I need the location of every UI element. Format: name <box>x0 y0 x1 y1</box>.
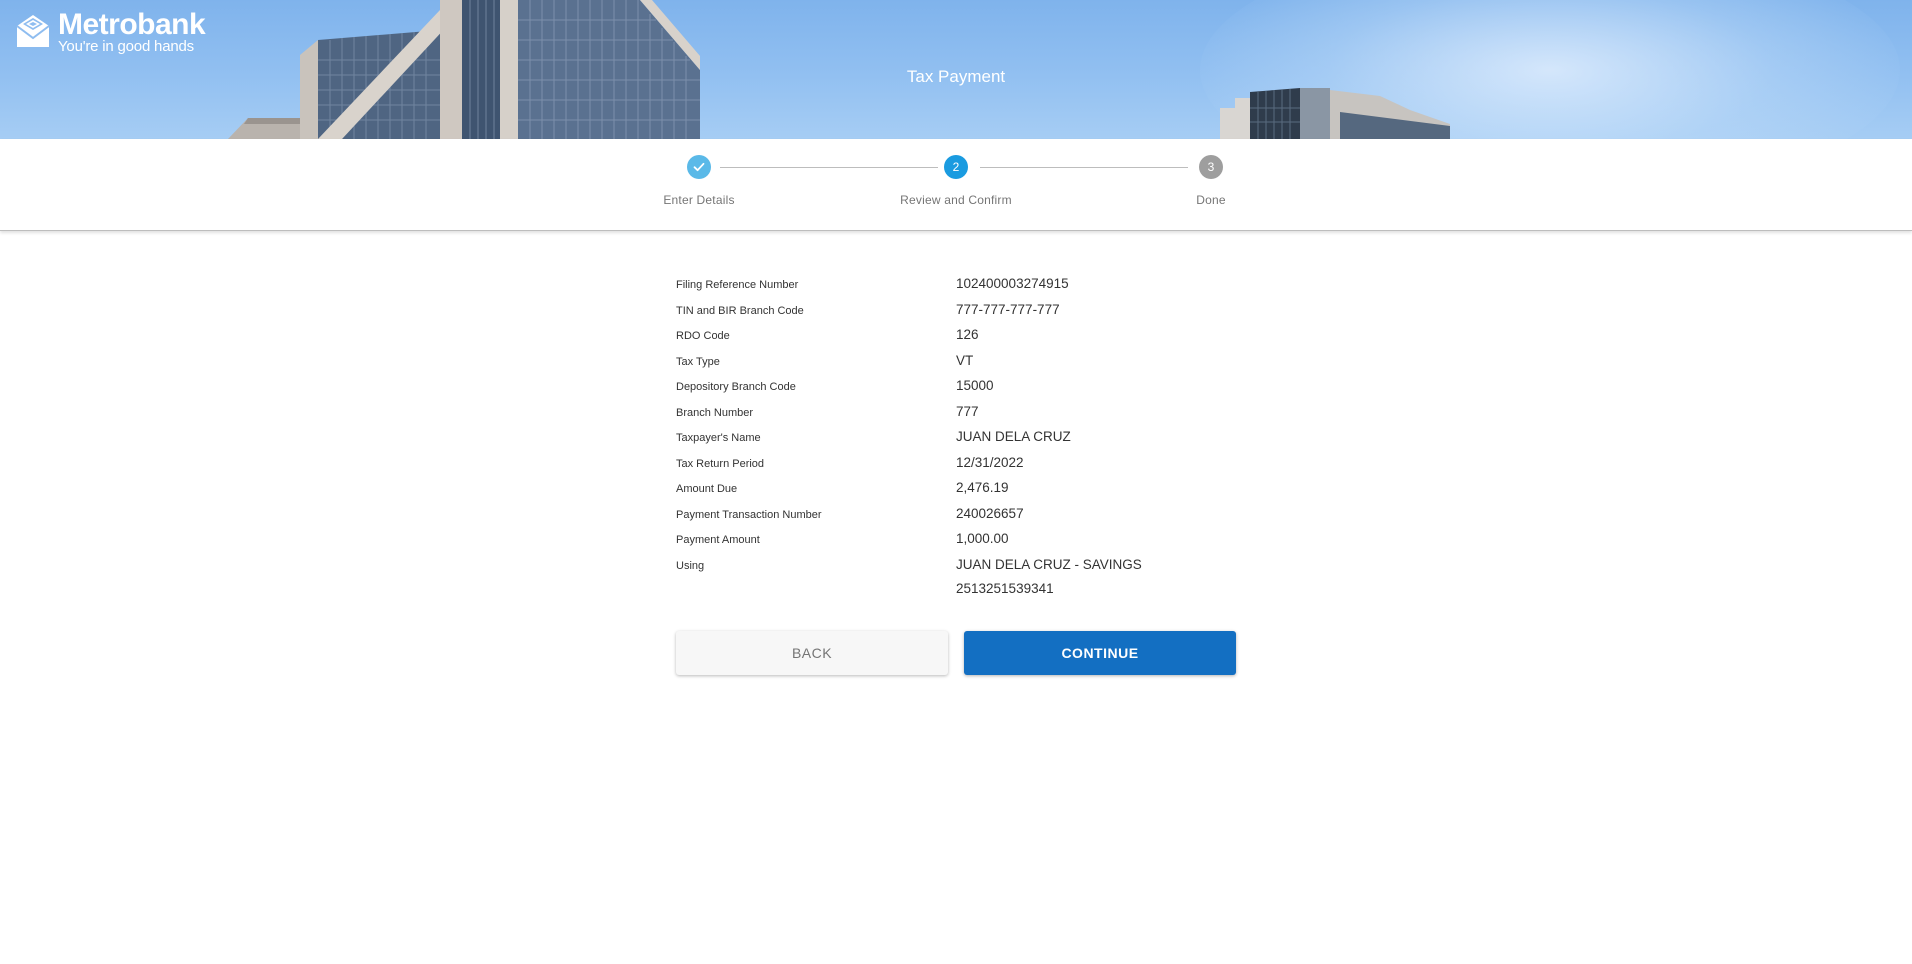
step-number-badge: 2 <box>944 155 968 179</box>
detail-row-depository-branch-code: Depository Branch Code 15000 <box>676 374 1236 400</box>
detail-label: RDO Code <box>676 330 730 342</box>
detail-value: 240026657 <box>956 505 1024 521</box>
step-done: 3 Done <box>1111 139 1311 207</box>
back-button[interactable]: BACK <box>676 631 948 675</box>
header-banner: Metrobank You're in good hands Tax Payme… <box>0 0 1912 139</box>
progress-stepper: Enter Details 2 Review and Confirm 3 Don… <box>0 139 1912 231</box>
step-number-badge: 3 <box>1199 155 1223 179</box>
detail-label: Tax Type <box>676 355 720 368</box>
detail-row-payment-transaction-number: Payment Transaction Number 240026657 <box>676 502 1236 528</box>
continue-button[interactable]: CONTINUE <box>964 631 1236 675</box>
detail-value: 102400003274915 <box>956 276 1069 291</box>
detail-label: Payment Amount <box>676 534 760 546</box>
detail-value: 1,000.00 <box>956 531 1009 546</box>
step-label: Enter Details <box>663 193 735 207</box>
metrobank-logo[interactable]: Metrobank You're in good hands <box>14 8 206 55</box>
detail-label: Using <box>676 559 705 572</box>
detail-label: Taxpayer's Name <box>676 432 761 444</box>
detail-label: Payment Transaction Number <box>676 508 822 521</box>
detail-row-tax-return-period: Tax Return Period 12/31/2022 <box>676 451 1236 477</box>
page-title: Tax Payment <box>906 67 1006 86</box>
detail-row-tin-and-bir-branch-code: TIN and BIR Branch Code 777-777-777-777 <box>676 298 1236 324</box>
payment-details-summary: Filing Reference Number 102400003274915 … <box>676 272 1236 602</box>
detail-label: Tax Return Period <box>676 457 765 470</box>
step-label: Done <box>1196 193 1226 207</box>
detail-row-branch-number: Branch Number 777 <box>676 400 1236 426</box>
account-number: 2513251539341 <box>956 581 1054 596</box>
detail-row-payment-amount: Payment Amount 1,000.00 <box>676 527 1236 553</box>
step-enter-details: Enter Details <box>599 139 799 207</box>
detail-label: Branch Number <box>676 406 754 419</box>
detail-value: JUAN DELA CRUZ - SAVINGS 2513251539341 <box>956 553 1142 602</box>
detail-label: Depository Branch Code <box>676 381 796 393</box>
detail-value: VT <box>956 352 974 368</box>
detail-label: Amount Due <box>676 483 738 495</box>
brand-tagline: You're in good hands <box>58 38 194 55</box>
detail-value: 15000 <box>956 378 994 393</box>
detail-value: 777 <box>956 403 979 419</box>
detail-row-taxpayers-name: Taxpayer's Name JUAN DELA CRUZ <box>676 425 1236 451</box>
step-label: Review and Confirm <box>900 193 1012 207</box>
detail-label: TIN and BIR Branch Code <box>676 304 804 317</box>
detail-row-filing-reference-number: Filing Reference Number 102400003274915 <box>676 272 1236 298</box>
detail-value: 126 <box>956 327 979 342</box>
detail-row-tax-type: Tax Type VT <box>676 349 1236 375</box>
detail-value: 2,476.19 <box>956 480 1009 495</box>
detail-row-rdo-code: RDO Code 126 <box>676 323 1236 349</box>
brand-name: Metrobank <box>58 8 206 41</box>
detail-label: Filing Reference Number <box>676 279 799 291</box>
detail-value: 777-777-777-777 <box>956 301 1060 317</box>
detail-row-using: Using JUAN DELA CRUZ - SAVINGS 251325153… <box>676 553 1236 602</box>
step-review-and-confirm: 2 Review and Confirm <box>856 139 1056 207</box>
detail-row-amount-due: Amount Due 2,476.19 <box>676 476 1236 502</box>
check-icon <box>687 155 711 179</box>
account-name: JUAN DELA CRUZ - SAVINGS <box>956 556 1142 572</box>
detail-value: JUAN DELA CRUZ <box>956 429 1071 444</box>
metrobank-logo-icon <box>16 15 50 47</box>
detail-value: 12/31/2022 <box>956 454 1024 470</box>
action-buttons: BACK CONTINUE <box>676 631 1236 675</box>
